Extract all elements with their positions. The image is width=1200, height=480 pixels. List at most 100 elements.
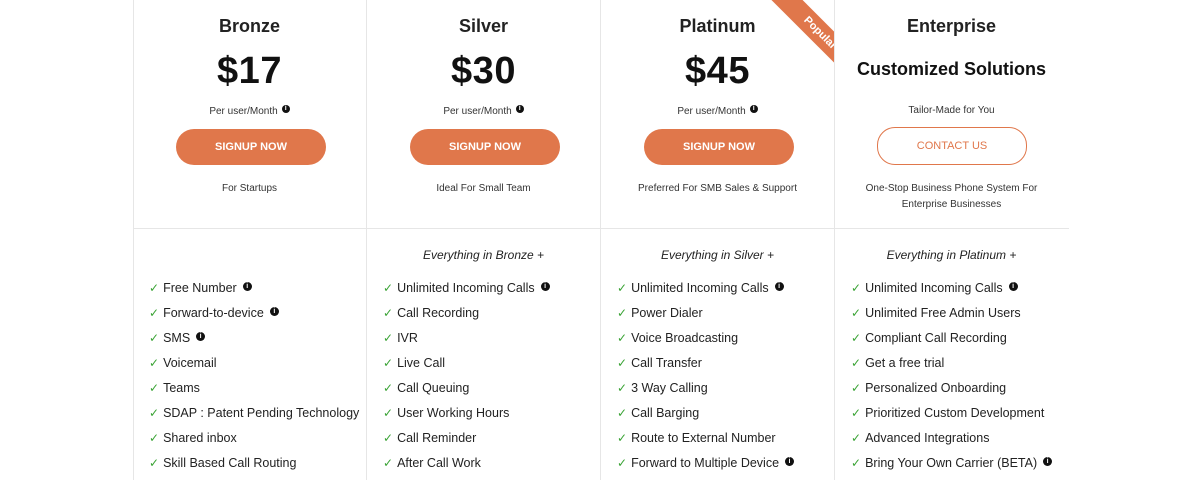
feature-label: Get a free trial [865,356,945,370]
check-icon: ✓ [149,381,160,395]
info-icon[interactable]: i [785,457,795,466]
feature-item: ✓ Voice Broadcasting [617,331,794,356]
feature-label: After Call Work [397,456,481,470]
plan-name: Enterprise [906,16,997,36]
feature-item: ✓ Bring Your Own Carrier (BETA) i [851,456,1053,480]
info-icon[interactable]: i [1008,282,1018,291]
plan-price: $30 [451,50,516,92]
feature-item: ✓ Power Dialer [617,306,794,331]
feature-label: Skill Based Call Routing [163,456,297,470]
feature-label: Bring Your Own Carrier (BETA) [865,456,1038,470]
feature-item: ✓ Call Queuing [383,381,550,406]
feature-label: Compliant Call Recording [865,331,1007,345]
inherits-label: Everything in Platinum + [886,248,1017,262]
info-icon[interactable]: i [196,332,206,341]
feature-label: Live Call [397,356,445,370]
plan-card-silver: Silver $30 Per user/Month i SIGNUP NOW Id… [367,0,600,480]
feature-item: ✓ Advanced Integrations [851,431,1052,456]
feature-label: Unlimited Incoming Calls [631,281,769,295]
plan-tagline: Ideal For Small Team [436,183,531,194]
plan-tagline: One-Stop Business Phone System For Enter… [865,183,1038,210]
feature-item: ✓ Unlimited Incoming Calls i [383,281,550,306]
info-icon[interactable]: i [749,105,758,113]
feature-list: ✓ Unlimited Incoming Calls i ✓ Call Recordin… [383,281,550,480]
feature-label: IVR [397,331,418,345]
price-period: Per user/Month i [133,105,366,117]
feature-item: ✓ Call Barging [617,406,794,431]
check-icon: ✓ [383,406,394,420]
feature-item: ✓ User Working Hours [383,406,550,431]
feature-item: ✓ Live Call [383,356,550,381]
check-icon: ✓ [149,281,160,295]
inherits-label: Everything in Bronze + [422,248,545,262]
feature-item: ✓ Voicemail [149,356,359,381]
check-icon: ✓ [851,281,862,295]
plan-price: $17 [217,50,282,92]
check-icon: ✓ [149,406,160,420]
check-icon: ✓ [617,281,628,295]
signup-button[interactable]: SIGNUP NOW [644,129,794,165]
info-icon[interactable]: i [540,282,550,291]
feature-label: Shared inbox [163,431,237,445]
check-icon: ✓ [149,356,160,370]
info-icon[interactable]: i [281,105,290,113]
feature-item: ✓ Unlimited Incoming Calls i [851,281,1052,306]
feature-item: ✓ IVR [383,331,550,356]
price-period-label: Per user/Month [443,106,512,117]
feature-list: ✓ Unlimited Incoming Calls i ✓ Power Dialer ✓… [617,281,795,480]
contact-us-button[interactable]: CONTACT US [877,127,1027,165]
feature-label: User Working Hours [397,406,510,420]
check-icon: ✓ [149,306,160,320]
feature-label: Voice Broadcasting [631,331,739,345]
feature-label: Free Number [163,281,237,295]
feature-item: ✓ Call Recording [383,306,550,331]
feature-item: ✓ Skill Based Call Routing [149,456,359,480]
check-icon: ✓ [383,431,394,445]
check-icon: ✓ [617,356,628,370]
feature-item: ✓ Unlimited Incoming Calls i [617,281,794,306]
check-icon: ✓ [383,381,394,395]
feature-item: ✓ Teams [149,381,359,406]
plan-card-enterprise: Enterprise Customized Solutions Tailor-M… [835,0,1068,480]
feature-item: ✓ Shared inbox [149,431,359,456]
check-icon: ✓ [383,331,394,345]
info-icon[interactable]: i [1043,457,1053,466]
pricing-table: Bronze $17 Per user/Month i SIGNUP NOW Fo… [133,0,1069,480]
check-icon: ✓ [851,306,862,320]
check-icon: ✓ [851,381,862,395]
feature-label: Call Transfer [631,356,702,370]
info-icon[interactable]: i [269,307,279,316]
info-icon[interactable]: i [774,282,784,291]
check-icon: ✓ [617,306,628,320]
check-icon: ✓ [851,356,862,370]
check-icon: ✓ [851,331,862,345]
feature-list: ✓ Free Number i ✓ Forward-to-device i ✓ SMS i ✓ Vo… [149,281,359,480]
feature-label: Forward to Multiple Device [631,456,780,470]
check-icon: ✓ [383,356,394,370]
check-icon: ✓ [851,431,862,445]
feature-item: ✓ SMS i [149,331,359,356]
feature-label: Unlimited Incoming Calls [397,281,535,295]
feature-label: Call Reminder [397,431,477,445]
feature-item: ✓ Get a free trial [851,356,1052,381]
plan-name: Silver [458,16,509,36]
feature-label: SDAP : Patent Pending Technology [163,406,360,420]
feature-item: ✓ Free Number i [149,281,359,306]
feature-item: ✓ Call Reminder [383,431,550,456]
info-icon[interactable]: i [515,105,524,113]
feature-item: ✓ Call Transfer [617,356,794,381]
info-icon[interactable]: i [242,282,252,291]
signup-button[interactable]: SIGNUP NOW [176,129,326,165]
check-icon: ✓ [149,431,160,445]
plan-name: Platinum [679,16,756,36]
check-icon: ✓ [617,331,628,345]
feature-label: Power Dialer [631,306,703,320]
plan-name: Bronze [218,16,280,36]
feature-item: ✓ After Call Work [383,456,550,480]
plan-card-platinum: Popular Platinum $45 Per user/Month i SIG… [601,0,834,480]
feature-item: ✓ Compliant Call Recording [851,331,1052,356]
price-period: Per user/Month i [367,105,600,117]
feature-label: Voicemail [163,356,217,370]
check-icon: ✓ [383,281,394,295]
signup-button[interactable]: SIGNUP NOW [410,129,560,165]
